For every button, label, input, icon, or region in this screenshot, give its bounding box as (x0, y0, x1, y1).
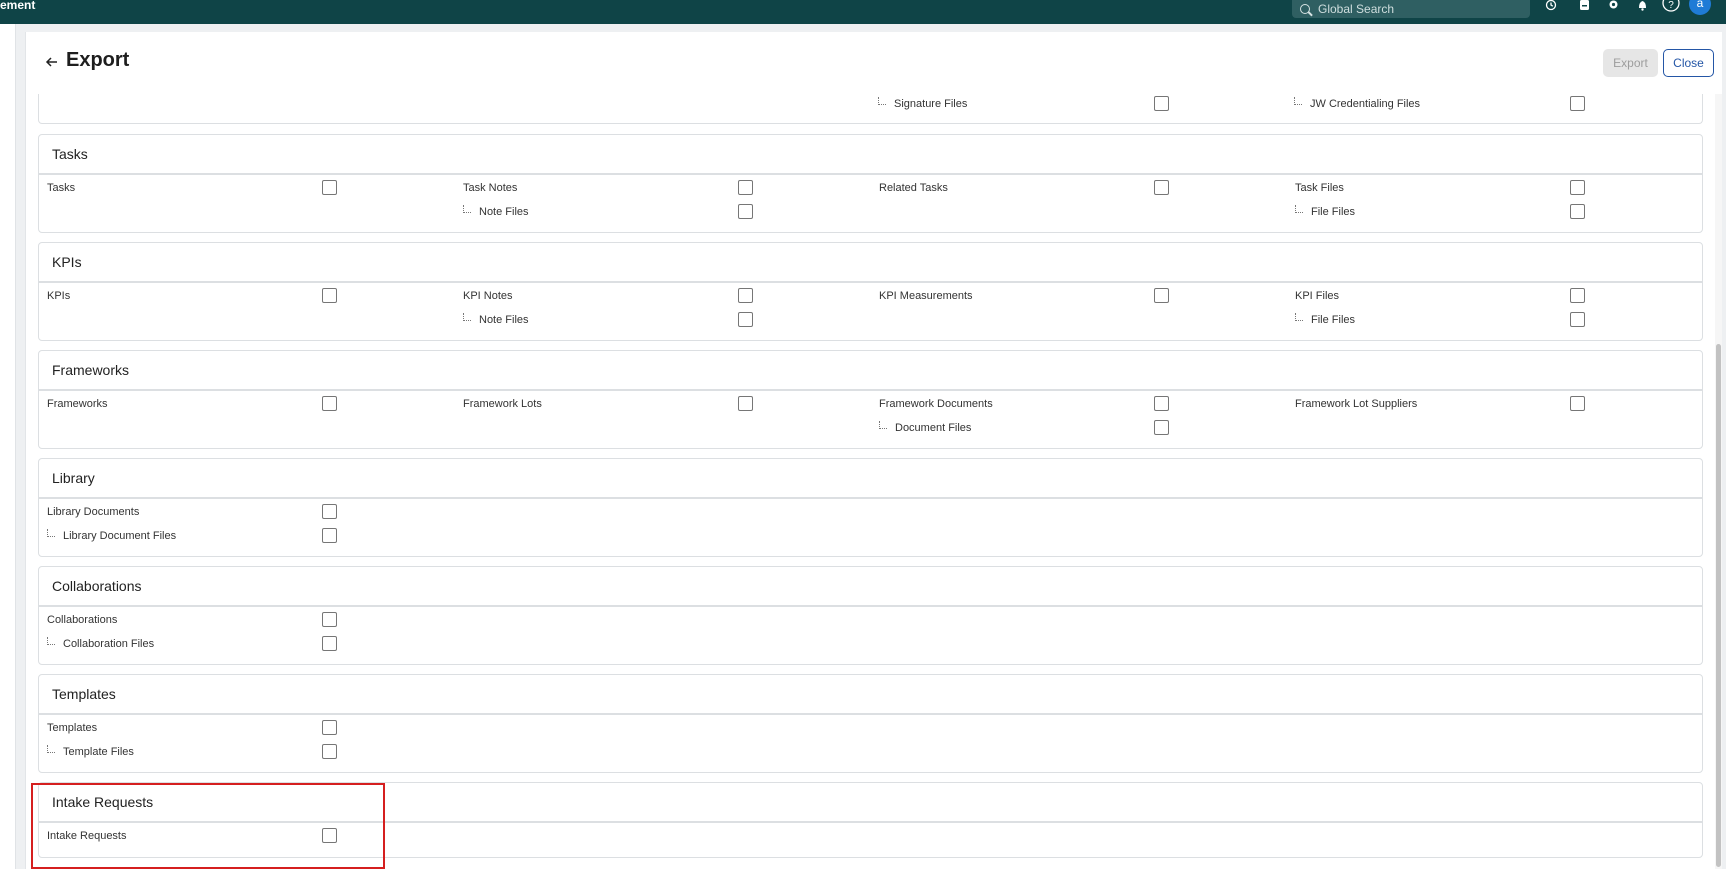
section-header: Library (39, 459, 1702, 499)
checkbox-framework-lots[interactable] (738, 396, 753, 411)
export-button[interactable]: Export (1603, 49, 1658, 77)
list-item: Library Document Files (47, 527, 176, 545)
list-item: Framework Lot Suppliers (1295, 398, 1418, 410)
section-header: KPIs (39, 243, 1702, 283)
back-arrow-icon[interactable] (44, 54, 60, 70)
list-item: Collaboration Files (47, 635, 154, 653)
clipboard-icon[interactable] (1576, 0, 1592, 12)
checkbox-library-document-files[interactable] (322, 528, 337, 543)
checkbox-framework-documents[interactable] (1154, 396, 1169, 411)
section-header: Frameworks (39, 351, 1702, 391)
checkbox-jw-credentialing-files[interactable] (1570, 96, 1585, 111)
checkbox-kpis[interactable] (322, 288, 337, 303)
list-item: Related Tasks (879, 182, 948, 194)
scrollbar-thumb[interactable] (1716, 344, 1721, 867)
help-symbol: ? (1668, 0, 1674, 11)
help-icon[interactable]: ? (1661, 0, 1681, 12)
tree-branch-icon (463, 313, 471, 321)
list-item: Library Documents (47, 506, 140, 518)
search-icon (1300, 4, 1310, 14)
tree-branch-icon (47, 745, 55, 753)
checkbox-task-file-files[interactable] (1570, 204, 1585, 219)
tree-branch-icon (47, 529, 55, 537)
list-item: KPI Notes (463, 290, 513, 302)
avatar[interactable]: a (1689, 0, 1711, 15)
checkbox-task-note-files[interactable] (738, 204, 753, 219)
list-item: KPIs (47, 290, 71, 302)
section-header: Tasks (39, 135, 1702, 175)
section-title: Frameworks (52, 362, 130, 378)
list-item: JW Credentialing Files (1294, 95, 1420, 113)
tree-branch-icon (879, 421, 887, 429)
list-item: Task Notes (463, 182, 518, 194)
list-item: File Files (1295, 203, 1355, 221)
section-kpis: KPIs KPIs KPI Notes Note Files KPI Measu… (38, 242, 1703, 341)
page-title: Export (66, 49, 130, 71)
annotation-highlight-box (31, 783, 385, 869)
checkbox-kpi-note-files[interactable] (738, 312, 753, 327)
checkbox-tasks[interactable] (322, 180, 337, 195)
list-item: Note Files (463, 311, 529, 329)
section-frameworks: Frameworks Frameworks Framework Lots Fra… (38, 350, 1703, 449)
section-partial: Signature Files JW Credentialing Files (38, 94, 1703, 124)
checkbox-kpi-measurements[interactable] (1154, 288, 1169, 303)
list-item: KPI Measurements (879, 290, 973, 302)
checkbox-task-files[interactable] (1570, 180, 1585, 195)
checkbox-template-files[interactable] (322, 744, 337, 759)
checkbox-kpi-notes[interactable] (738, 288, 753, 303)
checkbox-framework-lot-suppliers[interactable] (1570, 396, 1585, 411)
checkbox-collaboration-files[interactable] (322, 636, 337, 651)
tree-branch-icon (878, 97, 886, 105)
checkbox-kpi-file-files[interactable] (1570, 312, 1585, 327)
section-header: Templates (39, 675, 1702, 715)
section-title: Library (52, 470, 95, 486)
list-item: Tasks (47, 182, 76, 194)
checkbox-document-files[interactable] (1154, 420, 1169, 435)
top-bar: ement ? a (0, 0, 1726, 24)
bell-icon[interactable] (1634, 0, 1650, 12)
list-item: Templates (47, 722, 98, 734)
list-item: Framework Lots (463, 398, 542, 410)
list-item: Task Files (1295, 182, 1344, 194)
list-item: Template Files (47, 743, 134, 761)
section-templates: Templates Templates Template Files (38, 674, 1703, 773)
tree-branch-icon (463, 205, 471, 213)
global-search[interactable] (1292, 0, 1530, 18)
checkbox-library-documents[interactable] (322, 504, 337, 519)
tree-branch-icon (47, 637, 55, 645)
section-library: Library Library Documents Library Docume… (38, 458, 1703, 557)
close-button[interactable]: Close (1663, 49, 1714, 77)
tree-branch-icon (1294, 97, 1302, 105)
list-item: Frameworks (47, 398, 108, 410)
checkbox-collaborations[interactable] (322, 612, 337, 627)
list-item: Signature Files (878, 95, 967, 113)
checkbox-related-tasks[interactable] (1154, 180, 1169, 195)
list-item: Note Files (463, 203, 529, 221)
list-item: Framework Documents (879, 398, 993, 410)
list-item: File Files (1295, 311, 1355, 329)
tree-branch-icon (1295, 205, 1303, 213)
section-title: Templates (52, 686, 116, 702)
section-title: KPIs (52, 254, 82, 270)
checkbox-frameworks[interactable] (322, 396, 337, 411)
checkbox-signature-files[interactable] (1154, 96, 1169, 111)
list-item: Collaborations (47, 614, 118, 626)
tree-branch-icon (1295, 313, 1303, 321)
list-item: KPI Files (1295, 290, 1340, 302)
section-title: Tasks (52, 146, 88, 162)
checkbox-kpi-files[interactable] (1570, 288, 1585, 303)
checkbox-task-notes[interactable] (738, 180, 753, 195)
section-collaborations: Collaborations Collaborations Collaborat… (38, 566, 1703, 665)
section-header: Collaborations (39, 567, 1702, 607)
global-search-input[interactable] (1318, 2, 1508, 16)
history-icon[interactable] (1543, 0, 1559, 12)
list-item: Document Files (879, 419, 971, 437)
panel-header: Export Export Close (26, 32, 1722, 94)
section-title: Collaborations (52, 578, 142, 594)
app-title: ement (0, 0, 36, 12)
gear-icon[interactable] (1605, 0, 1621, 12)
section-tasks: Tasks Tasks Task Notes Note Files Relate… (38, 134, 1703, 233)
left-rail (0, 24, 16, 869)
checkbox-templates[interactable] (322, 720, 337, 735)
